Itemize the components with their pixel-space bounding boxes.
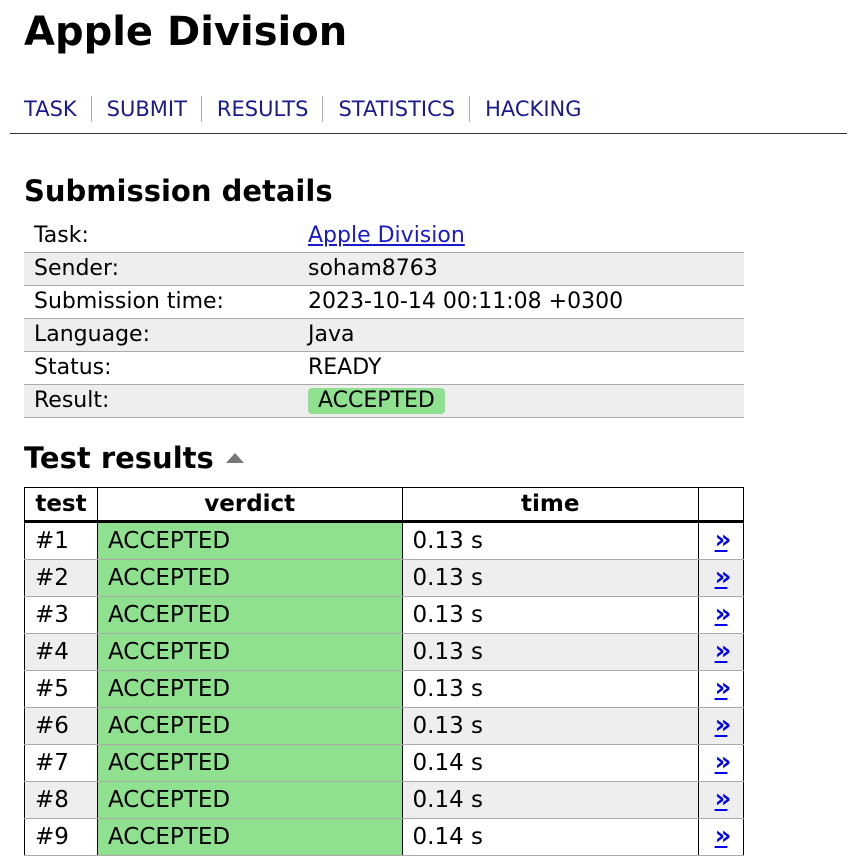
submission-details-table: Task: Apple Division Sender: soham8763 S… [24, 220, 744, 418]
test-time: 0.14 s [401, 744, 700, 782]
view-test-details-icon[interactable]: » [715, 636, 732, 666]
details-label: Status: [24, 351, 298, 385]
test-verdict: ACCEPTED [96, 707, 403, 745]
test-row: #2 ACCEPTED 0.13 s » [24, 559, 744, 597]
test-details-cell: » [698, 781, 744, 819]
test-verdict: ACCEPTED [96, 818, 403, 856]
test-row: #5 ACCEPTED 0.13 s » [24, 670, 744, 708]
test-verdict: ACCEPTED [96, 559, 403, 597]
test-row: #8 ACCEPTED 0.14 s » [24, 781, 744, 819]
test-details-cell: » [698, 521, 744, 560]
test-row: #3 ACCEPTED 0.13 s » [24, 596, 744, 634]
nav-divider [10, 133, 847, 134]
details-row-task: Task: Apple Division [24, 220, 744, 253]
test-time: 0.13 s [401, 521, 700, 560]
view-test-details-icon[interactable]: » [715, 673, 732, 703]
nav-statistics[interactable]: STATISTICS [322, 96, 469, 122]
details-label: Task: [24, 220, 298, 253]
view-test-details-icon[interactable]: » [715, 562, 732, 592]
result-badge: ACCEPTED [308, 388, 445, 414]
view-test-details-icon[interactable]: » [715, 710, 732, 740]
view-test-details-icon[interactable]: » [715, 599, 732, 629]
details-label: Submission time: [24, 285, 298, 319]
test-number: #5 [24, 670, 98, 708]
column-header-time: time [401, 487, 700, 523]
test-time: 0.14 s [401, 818, 700, 856]
test-details-cell: » [698, 633, 744, 671]
test-details-cell: » [698, 707, 744, 745]
test-details-cell: » [698, 559, 744, 597]
details-row-result: Result: ACCEPTED [24, 384, 744, 418]
test-row: #7 ACCEPTED 0.14 s » [24, 744, 744, 782]
test-number: #9 [24, 818, 98, 856]
test-time: 0.13 s [401, 707, 700, 745]
view-test-details-icon[interactable]: » [715, 525, 732, 555]
page-title: Apple Division [24, 9, 348, 55]
test-details-cell: » [698, 670, 744, 708]
details-value: soham8763 [298, 252, 744, 286]
nav-task[interactable]: TASK [24, 96, 91, 122]
test-number: #1 [24, 521, 98, 560]
collapse-triangle-icon[interactable] [225, 453, 244, 463]
submission-details-heading: Submission details [24, 174, 333, 208]
view-test-details-icon[interactable]: » [715, 784, 732, 814]
test-number: #8 [24, 781, 98, 819]
details-value: Apple Division [298, 220, 744, 253]
details-value: READY [298, 351, 744, 385]
test-results-body: #1 ACCEPTED 0.13 s» #2 ACCEPTED 0.13 s» #3 ACCE… [24, 521, 744, 856]
test-number: #7 [24, 744, 98, 782]
test-row: #9 ACCEPTED 0.14 s » [24, 818, 744, 856]
task-link[interactable]: Apple Division [308, 223, 465, 248]
test-number: #6 [24, 707, 98, 745]
test-verdict: ACCEPTED [96, 596, 403, 634]
test-number: #2 [24, 559, 98, 597]
test-time: 0.13 s [401, 633, 700, 671]
task-nav: TASK SUBMIT RESULTS STATISTICS HACKING [24, 96, 596, 122]
details-row-sender: Sender: soham8763 [24, 252, 744, 286]
details-label: Language: [24, 318, 298, 352]
nav-hacking[interactable]: HACKING [469, 96, 595, 122]
details-label: Sender: [24, 252, 298, 286]
test-time: 0.13 s [401, 559, 700, 597]
test-verdict: ACCEPTED [96, 633, 403, 671]
test-verdict: ACCEPTED [96, 521, 403, 560]
nav-results[interactable]: RESULTS [200, 96, 323, 122]
view-test-details-icon[interactable]: » [715, 747, 732, 777]
test-number: #4 [24, 633, 98, 671]
test-details-cell: » [698, 818, 744, 856]
column-header-verdict: verdict [96, 487, 403, 523]
details-row-language: Language: Java [24, 318, 744, 352]
details-value: Java [298, 318, 744, 352]
test-results-table: test verdict time #1 ACCEPTED 0.13 s» #2 ACC… [24, 487, 744, 856]
column-header-link [698, 487, 744, 523]
test-verdict: ACCEPTED [96, 781, 403, 819]
test-results-heading-text: Test results [24, 441, 214, 475]
details-row-status: Status: READY [24, 351, 744, 385]
test-row: #1 ACCEPTED 0.13 s » [24, 521, 744, 560]
test-results-header-row: test verdict time [24, 487, 744, 523]
test-number: #3 [24, 596, 98, 634]
test-results-heading: Test results [24, 440, 244, 476]
test-row: #6 ACCEPTED 0.13 s » [24, 707, 744, 745]
test-time: 0.14 s [401, 781, 700, 819]
details-row-time: Submission time: 2023-10-14 00:11:08 +03… [24, 285, 744, 319]
test-row: #4 ACCEPTED 0.13 s » [24, 633, 744, 671]
column-header-test: test [24, 487, 98, 523]
test-details-cell: » [698, 596, 744, 634]
view-test-details-icon[interactable]: » [715, 821, 732, 851]
nav-submit[interactable]: SUBMIT [90, 96, 201, 122]
test-time: 0.13 s [401, 670, 700, 708]
test-details-cell: » [698, 744, 744, 782]
details-value: ACCEPTED [298, 384, 744, 418]
details-label: Result: [24, 384, 298, 418]
test-time: 0.13 s [401, 596, 700, 634]
details-value: 2023-10-14 00:11:08 +0300 [298, 285, 744, 319]
test-verdict: ACCEPTED [96, 744, 403, 782]
test-verdict: ACCEPTED [96, 670, 403, 708]
